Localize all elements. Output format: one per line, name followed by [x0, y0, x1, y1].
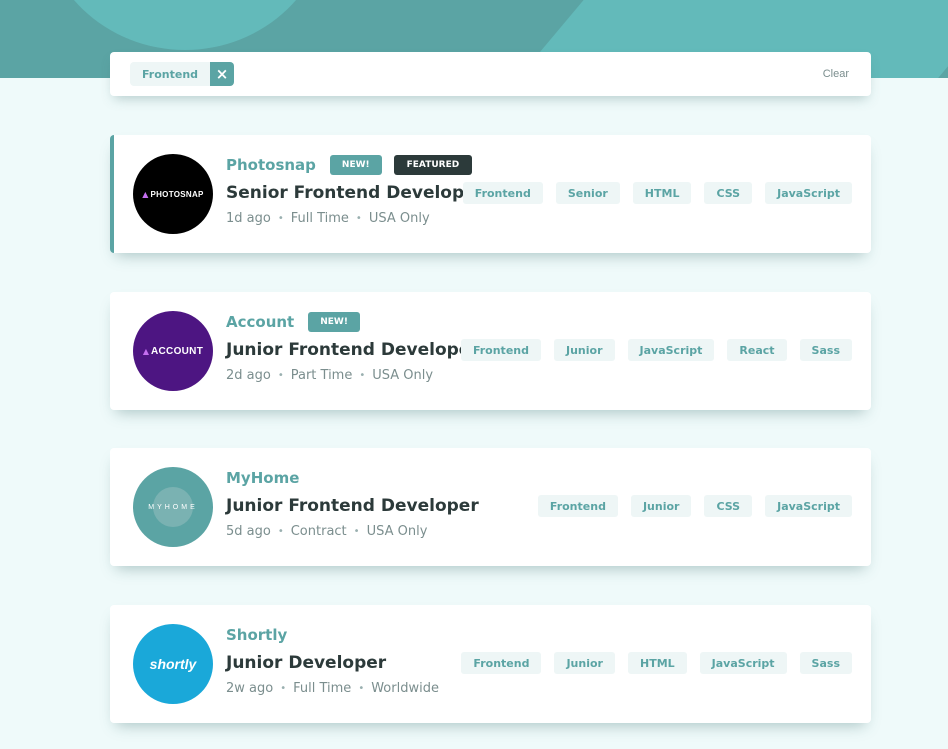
tag-button[interactable]: HTML	[632, 182, 692, 204]
filter-bar: Frontend × Clear	[110, 52, 871, 96]
contract-type: Part Time	[290, 368, 353, 383]
tag-button[interactable]: Frontend	[462, 182, 543, 204]
company-name: MyHome	[226, 469, 300, 487]
job-location: USA Only	[368, 211, 430, 226]
job-meta: 2d ago • Part Time • USA Only	[226, 368, 479, 383]
job-position-link[interactable]: Junior Frontend Developer	[226, 340, 479, 360]
separator-dot: •	[280, 683, 287, 694]
tag-button[interactable]: Senior	[555, 182, 620, 204]
myhome-logo: MYHOME	[133, 467, 213, 547]
tag-button[interactable]: React	[727, 339, 787, 361]
job-meta: 5d ago • Contract • USA Only	[226, 524, 479, 539]
tag-button[interactable]: HTML	[627, 652, 687, 674]
separator-dot: •	[277, 370, 284, 381]
tag-button[interactable]: Frontend	[461, 652, 542, 674]
job-location: USA Only	[372, 368, 434, 383]
photosnap-logo: ▲ PHOTOSNAP	[133, 154, 213, 234]
filter-chip-frontend: Frontend ×	[130, 62, 235, 86]
job-card-account: ▲ ACCOUNT Account NEW! Junior Frontend De…	[110, 292, 871, 410]
contract-type: Full Time	[290, 211, 349, 226]
posted-at: 2w ago	[226, 681, 274, 696]
job-meta: 2w ago • Full Time • Worldwide	[226, 681, 439, 696]
tag-list: Frontend Senior HTML CSS JavaScript	[450, 182, 852, 204]
account-logo: ▲ ACCOUNT	[133, 311, 213, 391]
job-location: Worldwide	[371, 681, 439, 696]
shortly-logo: shortly	[133, 624, 213, 704]
separator-dot: •	[277, 213, 284, 224]
tag-list: Frontend Junior HTML JavaScript Sass	[448, 652, 852, 674]
tag-button[interactable]: Frontend	[460, 339, 541, 361]
company-name: Photosnap	[226, 156, 316, 174]
tag-button[interactable]: Sass	[799, 339, 852, 361]
job-position-link[interactable]: Junior Frontend Developer	[226, 496, 479, 516]
separator-dot: •	[355, 213, 362, 224]
job-location: USA Only	[366, 524, 428, 539]
job-card-photosnap: ▲ PHOTOSNAP Photosnap NEW! FEATURED Senio…	[110, 135, 871, 253]
tag-button[interactable]: Junior	[554, 652, 615, 674]
separator-dot: •	[358, 683, 365, 694]
tag-button[interactable]: CSS	[704, 495, 753, 517]
tag-button[interactable]: Frontend	[537, 495, 618, 517]
job-position-link[interactable]: Senior Frontend Developer	[226, 183, 484, 203]
company-name: Account	[226, 313, 295, 331]
contract-type: Contract	[290, 524, 347, 539]
tag-button[interactable]: Sass	[799, 652, 852, 674]
tag-button[interactable]: Junior	[554, 339, 615, 361]
featured-badge: FEATURED	[393, 155, 473, 175]
clear-filters-button[interactable]: Clear	[823, 68, 849, 80]
header-circle-shape	[40, 0, 330, 50]
tag-button[interactable]: JavaScript	[627, 339, 715, 361]
separator-dot: •	[359, 370, 366, 381]
posted-at: 2d ago	[226, 368, 271, 383]
tag-list: Frontend Junior JavaScript React Sass	[448, 339, 852, 361]
close-icon[interactable]: ×	[210, 62, 235, 86]
tag-button[interactable]: JavaScript	[765, 495, 852, 517]
contract-type: Full Time	[293, 681, 352, 696]
posted-at: 1d ago	[226, 211, 271, 226]
job-position-link[interactable]: Junior Developer	[226, 653, 439, 673]
tag-button[interactable]: Junior	[630, 495, 692, 517]
separator-dot: •	[277, 526, 284, 537]
new-badge: NEW!	[329, 155, 382, 175]
tag-list: Frontend Junior CSS JavaScript	[525, 495, 852, 517]
company-name: Shortly	[226, 626, 288, 644]
filter-chip-label: Frontend	[130, 62, 211, 86]
separator-dot: •	[353, 526, 360, 537]
triangle-icon: ▲	[142, 346, 150, 356]
tag-button[interactable]: CSS	[704, 182, 753, 204]
tag-button[interactable]: JavaScript	[699, 652, 787, 674]
new-badge: NEW!	[308, 312, 360, 332]
triangle-icon: ▲	[142, 189, 149, 199]
job-meta: 1d ago • Full Time • USA Only	[226, 211, 484, 226]
posted-at: 5d ago	[226, 524, 271, 539]
tag-button[interactable]: JavaScript	[765, 182, 852, 204]
job-card-shortly: shortly Shortly Junior Developer 2w ago …	[110, 605, 871, 723]
job-card-myhome: MYHOME MyHome Junior Frontend Developer …	[110, 448, 871, 566]
